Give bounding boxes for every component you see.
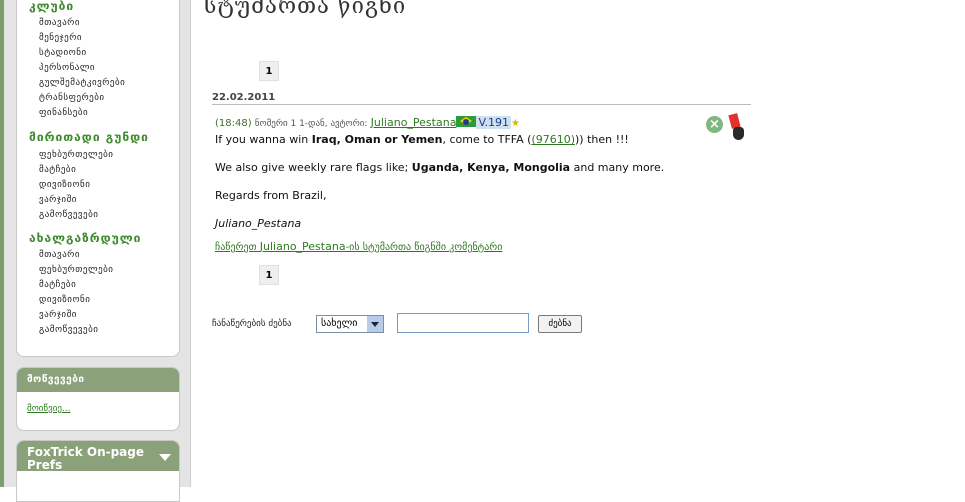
nav-item-youth-players[interactable]: ფეხბურთელები: [39, 265, 113, 275]
nav-item-division[interactable]: დივიზიონი: [39, 180, 90, 190]
search-type-select[interactable]: სახელი: [316, 315, 384, 333]
nav-item-fans[interactable]: გულშემატკივრები: [39, 78, 125, 88]
search-input[interactable]: [397, 313, 529, 333]
nav-item-youth-training[interactable]: ვარჯიში: [39, 310, 77, 320]
supporter-badge: V.191: [476, 116, 512, 129]
star-icon: ★: [511, 118, 521, 129]
nav-item-transfers[interactable]: ტრანსფერები: [39, 93, 105, 103]
date-divider: [212, 104, 751, 105]
post-signature: Juliano_Pestana: [215, 217, 302, 230]
nav-heading-club[interactable]: კლუბი: [29, 0, 74, 13]
foxtrick-prefs-header[interactable]: FoxTrick On-page Prefs: [17, 441, 179, 472]
nav-heading-youth[interactable]: ახალგაზრდული: [29, 231, 141, 245]
nav-item-club-main[interactable]: მთავარი: [39, 18, 80, 28]
post-line-2: We also give weekly rare flags like; Uga…: [215, 161, 665, 174]
nav-heading-main-team[interactable]: მირითადი გუნდი: [29, 130, 149, 144]
reply-guestbook-link[interactable]: ჩაწერეთ Juliano_Pestana-ის სტუმართა წიგნ…: [215, 240, 502, 253]
nav-item-players[interactable]: ფეხბურთელები: [39, 150, 113, 160]
nav-item-youth-division[interactable]: დივიზიონი: [39, 295, 90, 305]
nav-item-youth-main[interactable]: მთავარი: [39, 250, 80, 260]
search-label: ჩანაწერების ძებნა: [212, 319, 292, 329]
nav-item-training[interactable]: ვარჯიში: [39, 195, 77, 205]
nav-item-youth-matches[interactable]: მატჩები: [39, 280, 76, 290]
invitations-box-title: მოწვევები: [17, 368, 179, 392]
post-time: (18:48): [215, 118, 252, 129]
club-nav-box: კლუბი მთავარი მენეჯერი სტადიონი პერსონალ…: [16, 0, 180, 357]
brazil-flag-icon: [456, 116, 477, 127]
dropdown-arrow-icon[interactable]: [367, 316, 383, 332]
team-id-link[interactable]: (97610): [531, 133, 575, 146]
post-line-1: If you wanna win Iraq, Oman or Yemen, co…: [215, 133, 629, 146]
pagination-page-1-top[interactable]: 1: [259, 61, 279, 81]
nav-item-staff[interactable]: პერსონალი: [39, 63, 95, 73]
invitations-box: მოწვევები მოიწვიე...: [16, 367, 180, 431]
nav-item-youth-challenges[interactable]: გამოწვევები: [39, 325, 98, 335]
invite-link[interactable]: მოიწვიე...: [27, 404, 71, 414]
post-line-3: Regards from Brazil,: [215, 189, 327, 202]
chevron-down-icon[interactable]: [159, 454, 171, 461]
nav-item-stadium[interactable]: სტადიონი: [39, 48, 87, 58]
nav-item-challenges[interactable]: გამოწვევები: [39, 210, 98, 220]
nav-item-matches[interactable]: მატჩები: [39, 165, 76, 175]
author-link[interactable]: Juliano_Pestana: [371, 116, 457, 129]
search-button[interactable]: ძებნა: [538, 315, 582, 333]
foxtrick-prefs-title: FoxTrick On-page Prefs: [27, 445, 145, 472]
post-meta-text: ნომერი 1 1-დან, ავტორი:: [254, 119, 368, 129]
left-accent-stripe: [0, 0, 4, 487]
pagination-page-1-bottom[interactable]: 1: [259, 265, 279, 285]
page-title: სტუმართა წიგნი: [203, 0, 407, 19]
foxtrick-prefs-box: FoxTrick On-page Prefs: [16, 440, 180, 502]
nav-item-finances[interactable]: ფინანსები: [39, 108, 88, 118]
post-date: 22.02.2011: [212, 92, 276, 103]
nav-item-manager[interactable]: მენეჯერი: [39, 33, 82, 43]
delete-icon[interactable]: ×: [706, 116, 723, 133]
post-meta: (18:48) ნომერი 1 1-დან, ავტორი: Juliano_…: [215, 116, 520, 129]
report-card-icon[interactable]: [728, 113, 746, 144]
